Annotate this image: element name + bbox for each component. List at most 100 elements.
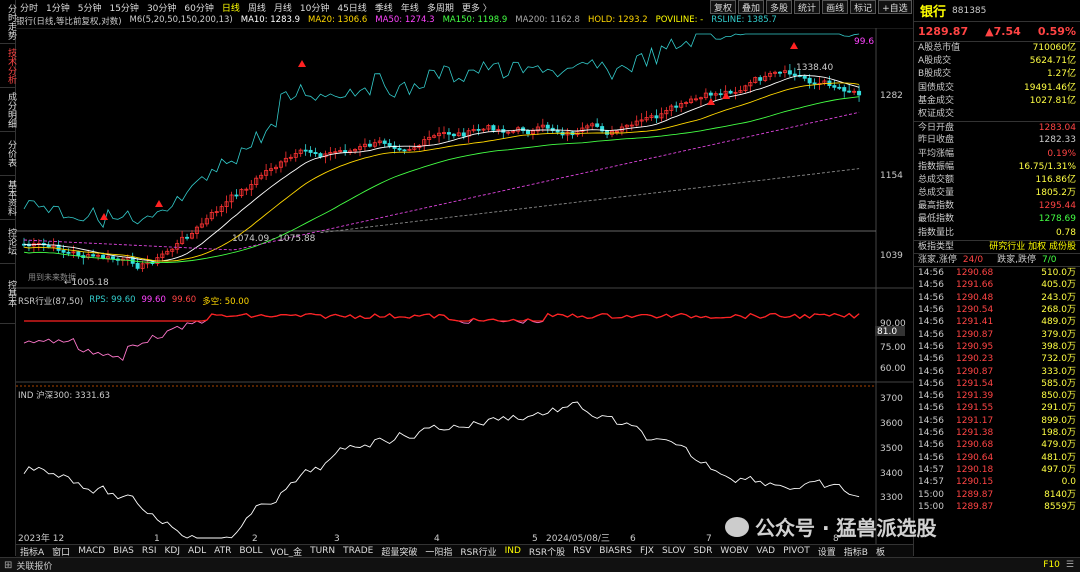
field-value: 0.78 xyxy=(1055,227,1076,238)
status-grid-icon[interactable]: ⊞ xyxy=(4,560,12,571)
field-row-14: 指数量比 0.78 xyxy=(914,227,1080,240)
indicator-tab-20[interactable]: SLOV xyxy=(658,546,690,556)
rsr-legend-0: RPS: 99.60 xyxy=(89,295,136,305)
left-tab-0[interactable]: 分时走势 xyxy=(0,0,16,44)
indicator-tab-23[interactable]: VAD xyxy=(752,546,779,556)
left-tab-1[interactable]: 技术分析 xyxy=(0,44,16,88)
tick-price: 1291.39 xyxy=(956,391,994,402)
indicator-tab-0[interactable]: 指标A xyxy=(16,545,48,558)
indicator-tab-19[interactable]: FJX xyxy=(636,546,658,556)
status-bar: ⊞ 关联报价 F10 ☰ xyxy=(0,557,1080,572)
signal-triangle xyxy=(155,200,163,207)
indicator-tab-11[interactable]: TRADE xyxy=(339,546,377,556)
field-key: A股成交 xyxy=(918,56,952,67)
wechat-icon xyxy=(725,516,749,537)
ma200-line xyxy=(320,168,860,234)
chart-canvas[interactable]: 1338.40←1005.181074.09 - 1075.8899.6用到未来… xyxy=(16,28,913,544)
ma50-line xyxy=(23,111,860,251)
period-3[interactable]: 15分钟 xyxy=(105,1,142,14)
indicator-tab-12[interactable]: 超量突破 xyxy=(377,545,421,558)
toolbar-button-0[interactable]: 复权 xyxy=(710,0,737,14)
candle-body xyxy=(135,262,140,269)
tick-time: 14:57 xyxy=(918,464,944,475)
indicator-tab-15[interactable]: IND xyxy=(501,546,525,556)
toolbar-button-4[interactable]: 画线 xyxy=(822,0,849,14)
indicator-tab-7[interactable]: ATR xyxy=(210,546,235,556)
period-5[interactable]: 60分钟 xyxy=(180,1,217,14)
left-tab-6[interactable]: 控基本 xyxy=(0,264,16,324)
status-left-label[interactable]: 关联报价 xyxy=(16,559,52,572)
field-key: 昨日收盘 xyxy=(918,135,955,146)
indicator-tab-3[interactable]: BIAS xyxy=(109,546,138,556)
indicator-tab-27[interactable]: 板 xyxy=(872,545,889,558)
indicator-tab-16[interactable]: RSR个股 xyxy=(525,545,569,558)
indicator-tab-24[interactable]: PIVOT xyxy=(779,546,814,556)
indicator-tab-14[interactable]: RSR行业 xyxy=(456,545,500,558)
indicator-tab-13[interactable]: 一阳指 xyxy=(421,545,456,558)
left-tab-2[interactable]: 成分明细 xyxy=(0,88,16,132)
indicator-tab-25[interactable]: 设置 xyxy=(814,545,840,558)
toolbar-button-5[interactable]: 标记 xyxy=(850,0,877,14)
tick-volume: 732.0万 xyxy=(1041,354,1076,365)
toolbar-button-3[interactable]: 统计 xyxy=(794,0,821,14)
period-7[interactable]: 周线 xyxy=(244,1,270,14)
indicator-tab-1[interactable]: 窗口 xyxy=(48,545,74,558)
indicator-tab-8[interactable]: BOLL xyxy=(235,546,266,556)
indicator-tab-26[interactable]: 指标B xyxy=(840,545,872,558)
period-13[interactable]: 多周期 xyxy=(423,1,458,14)
indicator-tab-21[interactable]: SDR xyxy=(689,546,716,556)
period-14[interactable]: 更多 〉 xyxy=(458,1,496,14)
period-12[interactable]: 年线 xyxy=(397,1,423,14)
field-value: 1282.33 xyxy=(1038,135,1076,146)
bottom-menu-icon[interactable]: ☰ xyxy=(1066,560,1074,570)
indicator-tab-18[interactable]: BIASRS xyxy=(595,546,636,556)
left-tab-5[interactable]: 控论坛 xyxy=(0,220,16,264)
x-axis-label: 4 xyxy=(434,534,440,544)
indicator-tab-2[interactable]: MACD xyxy=(74,546,109,556)
rsline xyxy=(23,33,860,229)
period-4[interactable]: 30分钟 xyxy=(143,1,180,14)
tick-price: 1290.87 xyxy=(956,329,994,340)
field-key: 权证成交 xyxy=(918,108,955,119)
field-key: 指数量比 xyxy=(918,227,955,238)
ind-axis-label: 3700 xyxy=(880,394,903,404)
candle-body xyxy=(402,149,407,152)
indicator-tab-5[interactable]: KDJ xyxy=(161,546,185,556)
indicator-tab-10[interactable]: TURN xyxy=(306,546,339,556)
period-8[interactable]: 月线 xyxy=(270,1,296,14)
tick-list[interactable]: 14:56 1290.68 510.0万 14:56 1291.66 405.0万 14:5… xyxy=(914,266,1080,513)
tick-volume: 398.0万 xyxy=(1041,341,1076,352)
toolbar-button-1[interactable]: 叠加 xyxy=(738,0,765,14)
watermark: 公众号 · 猛兽派选股 xyxy=(725,512,937,541)
indicator-tab-22[interactable]: WOBV xyxy=(716,546,752,556)
price-axis-label: 1282 xyxy=(880,91,903,101)
field-value: 1295.44 xyxy=(1038,201,1076,212)
toolbar-button-6[interactable]: +自选 xyxy=(878,0,912,14)
tick-row: 14:56 1290.68 510.0万 xyxy=(914,267,1080,279)
period-2[interactable]: 5分钟 xyxy=(74,1,106,14)
tick-row: 14:56 1291.17 899.0万 xyxy=(914,415,1080,427)
candle-body xyxy=(812,82,817,85)
tick-price: 1290.15 xyxy=(956,477,994,488)
indicator-tab-4[interactable]: RSI xyxy=(138,546,161,556)
tick-row: 14:56 1290.95 398.0万 xyxy=(914,341,1080,353)
period-10[interactable]: 45日线 xyxy=(333,1,370,14)
period-11[interactable]: 季线 xyxy=(371,1,397,14)
candle-body xyxy=(185,236,190,239)
period-9[interactable]: 10分钟 xyxy=(296,1,333,14)
left-tab-3[interactable]: 分价表 xyxy=(0,132,16,176)
indicator-tab-6[interactable]: ADL xyxy=(184,546,210,556)
indicator-tab-17[interactable]: RSV xyxy=(569,546,595,556)
indicator-tab-9[interactable]: VOL_金 xyxy=(266,545,306,558)
field-value: 116.86亿 xyxy=(1035,174,1077,185)
tick-volume: 479.0万 xyxy=(1041,440,1076,451)
period-1[interactable]: 1分钟 xyxy=(42,1,74,14)
candle-body xyxy=(595,123,600,127)
tick-time: 14:56 xyxy=(918,452,944,463)
toolbar-button-2[interactable]: 多股 xyxy=(766,0,793,14)
price-axis-label: 1039 xyxy=(880,251,903,261)
period-6[interactable]: 日线 xyxy=(218,1,244,14)
period-0[interactable]: 分时 xyxy=(16,1,42,14)
f10-label[interactable]: F10 xyxy=(1043,560,1060,570)
left-tab-4[interactable]: 基本资料 xyxy=(0,176,16,220)
